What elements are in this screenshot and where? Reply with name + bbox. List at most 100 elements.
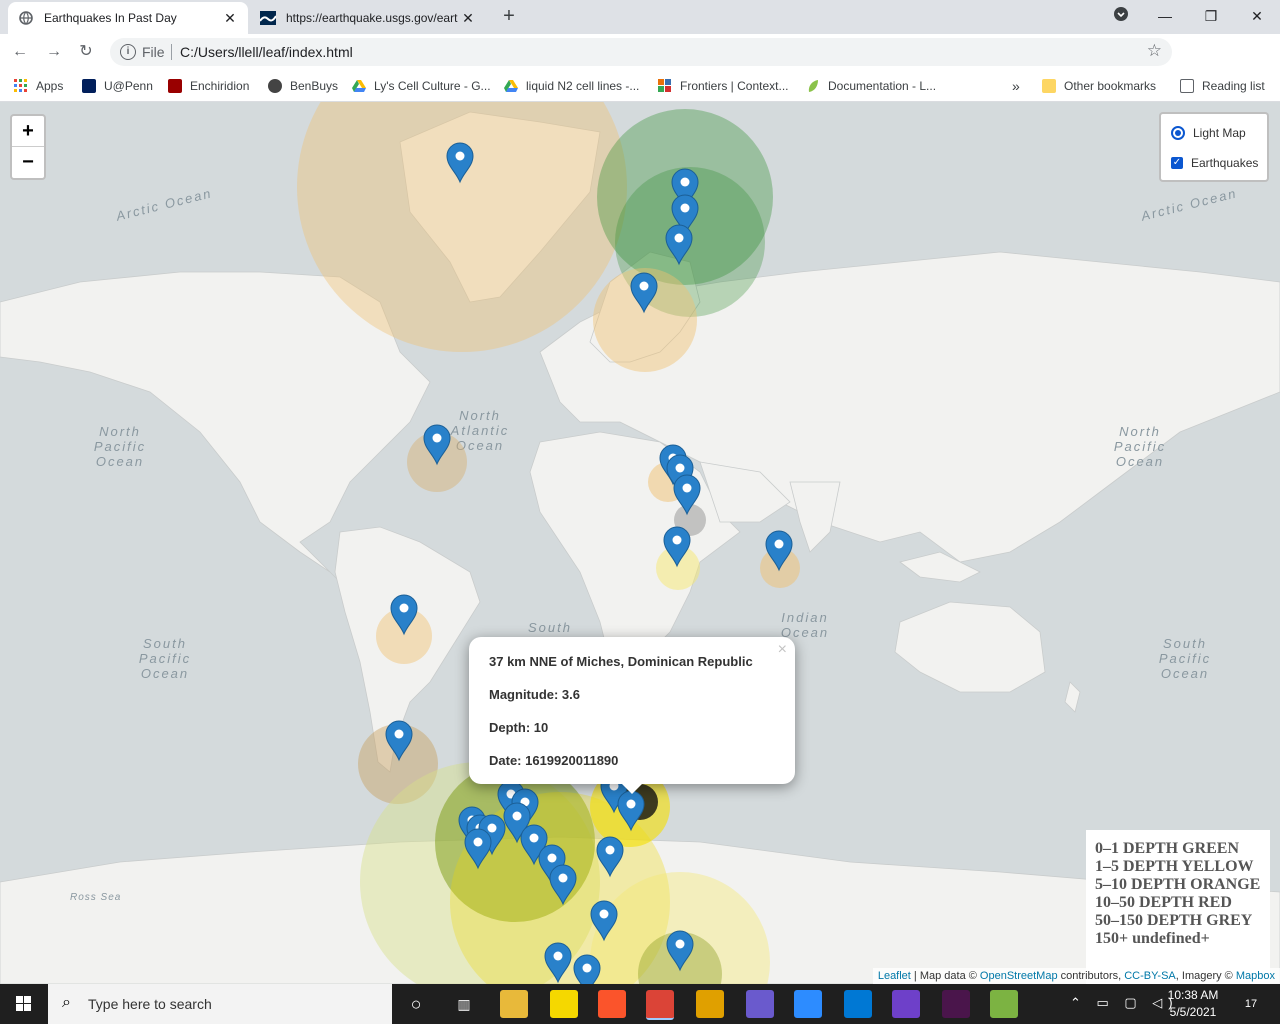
brave-icon[interactable] (598, 990, 626, 1018)
tab-search-icon[interactable] (1106, 4, 1136, 28)
reading-list-icon (1180, 79, 1194, 93)
tab-usgs[interactable]: https://earthquake.usgs.gov/eart ✕ (250, 2, 486, 34)
git-client-icon[interactable] (746, 990, 774, 1018)
apps-grid-icon (14, 79, 28, 93)
frontiers-icon (658, 79, 672, 93)
popup-close-button[interactable]: × (778, 641, 787, 659)
bookmark-apps[interactable]: Apps (14, 77, 63, 95)
url-text[interactable]: C:/Users/llell/leaf/index.html (180, 44, 353, 60)
earthquake-marker[interactable] (390, 594, 418, 635)
reload-icon[interactable]: ↻ (74, 40, 98, 64)
light-map-radio[interactable] (1171, 126, 1185, 140)
tab-close-icon[interactable]: ✕ (460, 10, 476, 27)
earthquake-marker[interactable] (590, 900, 618, 941)
layer-control: Light Map ✓ Earthquakes (1159, 112, 1269, 182)
zoom-app-icon[interactable] (794, 990, 822, 1018)
taskbar-clock[interactable]: 10:38 AM 5/5/2021 (1160, 987, 1226, 1021)
earthquake-marker[interactable] (464, 828, 492, 869)
sticky-notes-icon[interactable] (550, 990, 578, 1018)
mapbox-link[interactable]: Mapbox (1236, 970, 1275, 982)
earthquake-marker[interactable] (544, 942, 572, 983)
bookmarks-overflow-button[interactable]: » (1012, 77, 1020, 95)
tab-strip: Earthquakes In Past Day ✕ https://earthq… (0, 0, 1280, 34)
bookmark-label: U@Penn (104, 79, 153, 93)
reading-list-button[interactable]: Reading list (1180, 77, 1265, 95)
bookmark-star-icon[interactable]: ☆ (1147, 41, 1162, 61)
leaflet-link[interactable]: Leaflet (878, 970, 911, 982)
tab-earthquakes[interactable]: Earthquakes In Past Day ✕ (8, 2, 248, 34)
bookmark-leaflet-docs[interactable]: Documentation - L... (806, 77, 936, 95)
notifications-button[interactable]: 17 (1238, 992, 1264, 1016)
bookmark-cell-culture[interactable]: Ly's Cell Culture - G... (352, 77, 491, 95)
task-view-icon[interactable]: ▥ (450, 990, 478, 1018)
clock-time: 10:38 AM (1167, 988, 1219, 1002)
enchiridion-icon (168, 79, 182, 93)
earthquake-marker[interactable] (663, 526, 691, 567)
legend-item: 1–5 DEPTH YELLOW (1095, 858, 1254, 875)
minimize-button[interactable]: — (1150, 4, 1180, 28)
bookmark-label: BenBuys (290, 79, 339, 93)
earthquake-marker[interactable] (596, 836, 624, 877)
chrome-icon[interactable] (646, 990, 674, 1020)
bookmark-label: Documentation - L... (828, 79, 937, 93)
earthquake-marker[interactable] (665, 224, 693, 265)
forward-arrow-icon[interactable]: → (42, 40, 66, 64)
earthquake-marker[interactable] (549, 864, 577, 905)
bookmark-label: liquid N2 cell lines -... (526, 79, 640, 93)
earthquake-marker[interactable] (617, 790, 645, 831)
cortana-icon[interactable]: ○ (402, 990, 430, 1018)
bookmark-enchiridion[interactable]: Enchiridion (168, 77, 249, 95)
osm-link[interactable]: OpenStreetMap (980, 970, 1058, 982)
base-layer-option[interactable]: Light Map (1171, 126, 1246, 140)
windows-taskbar: ⌕ Type here to search ○ ▥ ⌃ ▭ ▢ ◁) 10:38… (0, 984, 1280, 1024)
notification-count: 17 (1244, 998, 1258, 1010)
bookmark-label: Reading list (1202, 79, 1265, 93)
vscode-icon[interactable] (844, 990, 872, 1018)
earthquake-marker[interactable] (630, 272, 658, 313)
todo-icon[interactable] (696, 990, 724, 1018)
earthquake-marker[interactable] (385, 720, 413, 761)
slack-icon[interactable] (942, 990, 970, 1018)
maximize-button[interactable]: ❐ (1196, 4, 1226, 28)
windows-logo-icon (16, 996, 31, 1011)
taskbar-search[interactable]: ⌕ Type here to search (48, 984, 392, 1024)
search-placeholder: Type here to search (88, 996, 212, 1012)
earthquakes-checkbox[interactable]: ✓ (1171, 157, 1183, 169)
bookmark-label: Frontiers | Context... (680, 79, 789, 93)
license-link[interactable]: CC-BY-SA (1124, 970, 1176, 982)
earthquake-marker[interactable] (666, 930, 694, 971)
github-desktop-icon[interactable] (892, 990, 920, 1018)
zoom-out-button[interactable]: − (12, 146, 44, 177)
earthquake-marker[interactable] (765, 530, 793, 571)
earthquake-marker[interactable] (423, 424, 451, 465)
bookmark-upenn[interactable]: U@Penn (82, 77, 153, 95)
leaflet-map[interactable]: Arctic Ocean Arctic Ocean North Atlantic… (0, 102, 1280, 984)
new-tab-button[interactable]: + (498, 6, 520, 28)
toolbar: ← → ↻ i File C:/Users/llell/leaf/index.h… (0, 34, 1280, 97)
bookmark-other-folder[interactable]: Other bookmarks (1042, 77, 1156, 95)
bookmark-liquid-n2[interactable]: liquid N2 cell lines -... (504, 77, 639, 95)
tab-close-icon[interactable]: ✕ (222, 10, 238, 27)
file-explorer-icon[interactable] (500, 990, 528, 1018)
zoom-in-button[interactable]: + (12, 116, 44, 146)
popup-magnitude: Magnitude: 3.6 (489, 687, 581, 702)
close-window-button[interactable]: ✕ (1242, 4, 1272, 28)
bookmark-frontiers[interactable]: Frontiers | Context... (658, 77, 789, 95)
popup-depth: Depth: 10 (489, 720, 549, 735)
google-drive-icon (504, 79, 518, 93)
browser-window: Earthquakes In Past Day ✕ https://earthq… (0, 0, 1280, 1024)
back-arrow-icon[interactable]: ← (8, 40, 32, 64)
bookmark-label: Ly's Cell Culture - G... (374, 79, 491, 93)
overlay-layer-option[interactable]: ✓ Earthquakes (1171, 156, 1258, 170)
info-icon[interactable]: i (120, 44, 136, 60)
bookmark-benbuys[interactable]: BenBuys (268, 77, 338, 95)
earthquake-marker[interactable] (446, 142, 474, 183)
image-app-icon[interactable] (990, 990, 1018, 1018)
start-button[interactable] (0, 984, 48, 1024)
file-label: File (142, 44, 165, 60)
earthquake-marker[interactable] (673, 474, 701, 515)
address-bar[interactable]: i File C:/Users/llell/leaf/index.html ☆ (110, 38, 1172, 66)
layer-label: Earthquakes (1191, 156, 1259, 170)
earthquake-marker[interactable] (573, 954, 601, 984)
attribution-text: contributors, (1057, 970, 1125, 982)
